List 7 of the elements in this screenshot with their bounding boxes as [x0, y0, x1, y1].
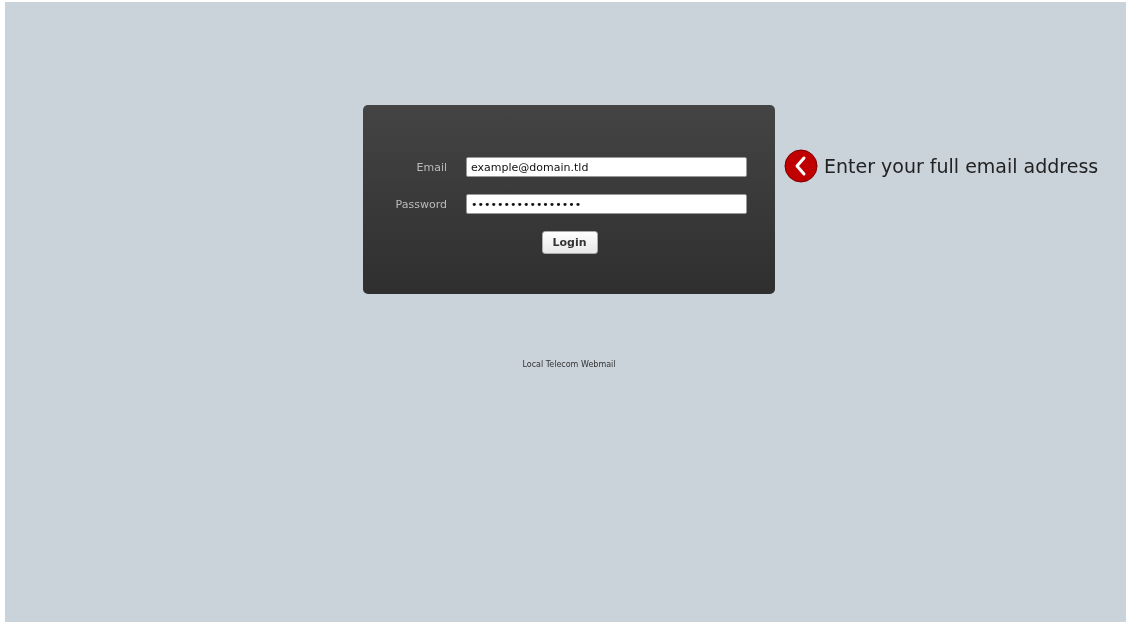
field-label: Password [394, 197, 447, 211]
footer-text: Local Telecom Webmail [521, 360, 617, 369]
input-field[interactable]: example@domain.tld [466, 157, 747, 177]
hint-text: Enter your full email address [824, 155, 1099, 177]
login-button[interactable]: Login [541, 231, 598, 254]
input-field[interactable]: ••••••••••••••••• [466, 194, 747, 214]
field-label: Email [415, 160, 447, 174]
